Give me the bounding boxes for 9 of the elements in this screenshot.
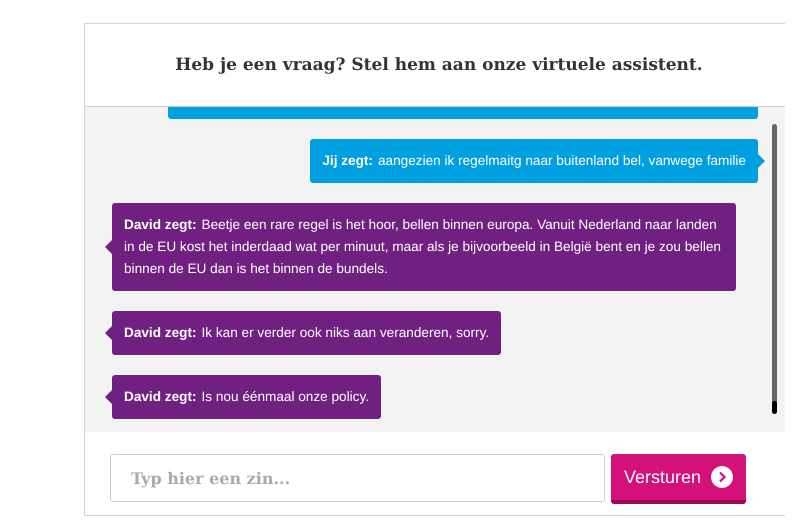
speech-tail xyxy=(105,326,112,340)
message-input[interactable]: Typ hier een zin... xyxy=(110,454,605,502)
arrow-right-icon xyxy=(711,466,734,488)
scrollbar[interactable] xyxy=(772,124,777,414)
speech-tail xyxy=(105,240,112,254)
header-title: Heb je een vraag? Stel hem aan onze virtuele assistent. xyxy=(175,55,703,75)
speech-tail xyxy=(105,390,112,404)
send-button[interactable]: Versturen xyxy=(611,454,746,504)
speech-tail xyxy=(758,154,765,168)
